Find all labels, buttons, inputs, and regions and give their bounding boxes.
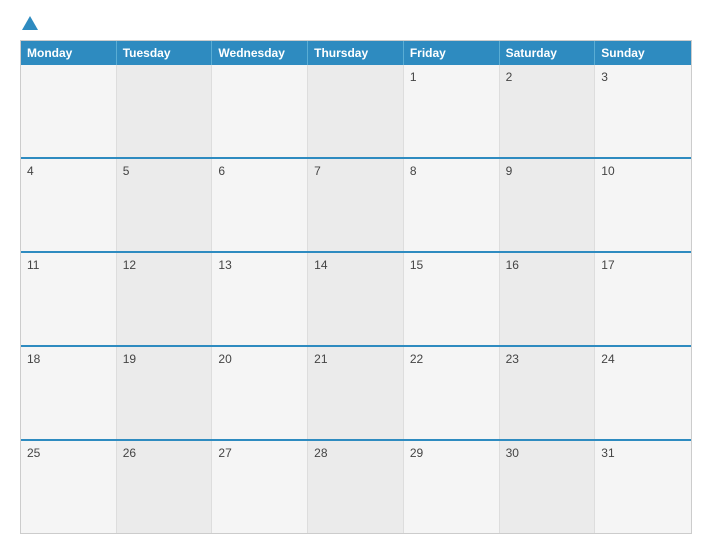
day-number: 29	[410, 446, 423, 460]
day-number: 26	[123, 446, 136, 460]
week-row-4: 18 19 20 21 22 23 24	[21, 347, 691, 441]
cal-cell: 7	[308, 159, 404, 251]
week-row-1: 1 2 3	[21, 65, 691, 159]
cal-cell: 4	[21, 159, 117, 251]
logo	[20, 16, 38, 30]
cal-cell: 15	[404, 253, 500, 345]
day-number: 10	[601, 164, 614, 178]
day-number: 17	[601, 258, 614, 272]
day-number: 13	[218, 258, 231, 272]
day-number: 11	[27, 258, 39, 272]
header	[20, 16, 692, 30]
day-number: 28	[314, 446, 327, 460]
header-day-sunday: Sunday	[595, 41, 691, 65]
week-row-5: 25 26 27 28 29 30 31	[21, 441, 691, 533]
day-number: 20	[218, 352, 231, 366]
day-number: 31	[601, 446, 614, 460]
cal-cell: 30	[500, 441, 596, 533]
header-day-wednesday: Wednesday	[212, 41, 308, 65]
day-number: 24	[601, 352, 614, 366]
cal-cell: 31	[595, 441, 691, 533]
week-row-3: 11 12 13 14 15 16 17	[21, 253, 691, 347]
day-number: 21	[314, 352, 327, 366]
cal-cell: 5	[117, 159, 213, 251]
cal-cell: 22	[404, 347, 500, 439]
calendar-body: 1234567891011121314151617181920212223242…	[21, 65, 691, 533]
day-number: 18	[27, 352, 40, 366]
cal-cell	[117, 65, 213, 157]
cal-cell: 21	[308, 347, 404, 439]
day-number: 22	[410, 352, 423, 366]
cal-cell: 18	[21, 347, 117, 439]
day-number: 1	[410, 70, 417, 84]
cal-cell: 24	[595, 347, 691, 439]
cal-cell: 28	[308, 441, 404, 533]
day-number: 9	[506, 164, 513, 178]
cal-cell: 29	[404, 441, 500, 533]
day-number: 30	[506, 446, 519, 460]
day-number: 6	[218, 164, 225, 178]
cal-cell	[212, 65, 308, 157]
cal-cell: 16	[500, 253, 596, 345]
cal-cell: 1	[404, 65, 500, 157]
cal-cell: 20	[212, 347, 308, 439]
cal-cell: 26	[117, 441, 213, 533]
cal-cell: 11	[21, 253, 117, 345]
cal-cell: 27	[212, 441, 308, 533]
cal-cell: 2	[500, 65, 596, 157]
day-number: 16	[506, 258, 519, 272]
day-number: 27	[218, 446, 231, 460]
calendar: MondayTuesdayWednesdayThursdayFridaySatu…	[20, 40, 692, 534]
day-number: 3	[601, 70, 608, 84]
cal-cell: 14	[308, 253, 404, 345]
cal-cell: 8	[404, 159, 500, 251]
logo-triangle-icon	[22, 16, 38, 30]
cal-cell: 19	[117, 347, 213, 439]
header-day-friday: Friday	[404, 41, 500, 65]
cal-cell: 3	[595, 65, 691, 157]
cal-cell: 10	[595, 159, 691, 251]
cal-cell: 17	[595, 253, 691, 345]
cal-cell: 25	[21, 441, 117, 533]
day-number: 7	[314, 164, 321, 178]
cal-cell	[308, 65, 404, 157]
cal-cell: 12	[117, 253, 213, 345]
header-day-monday: Monday	[21, 41, 117, 65]
day-number: 8	[410, 164, 417, 178]
cal-cell	[21, 65, 117, 157]
cal-cell: 23	[500, 347, 596, 439]
page: MondayTuesdayWednesdayThursdayFridaySatu…	[0, 0, 712, 550]
week-row-2: 4 5 6 7 8 9 10	[21, 159, 691, 253]
calendar-header: MondayTuesdayWednesdayThursdayFridaySatu…	[21, 41, 691, 65]
day-number: 12	[123, 258, 136, 272]
day-number: 4	[27, 164, 34, 178]
cal-cell: 9	[500, 159, 596, 251]
header-day-thursday: Thursday	[308, 41, 404, 65]
day-number: 15	[410, 258, 423, 272]
day-number: 25	[27, 446, 40, 460]
day-number: 5	[123, 164, 130, 178]
day-number: 23	[506, 352, 519, 366]
cal-cell: 13	[212, 253, 308, 345]
header-day-tuesday: Tuesday	[117, 41, 213, 65]
day-number: 19	[123, 352, 136, 366]
header-day-saturday: Saturday	[500, 41, 596, 65]
day-number: 14	[314, 258, 327, 272]
cal-cell: 6	[212, 159, 308, 251]
day-number: 2	[506, 70, 513, 84]
